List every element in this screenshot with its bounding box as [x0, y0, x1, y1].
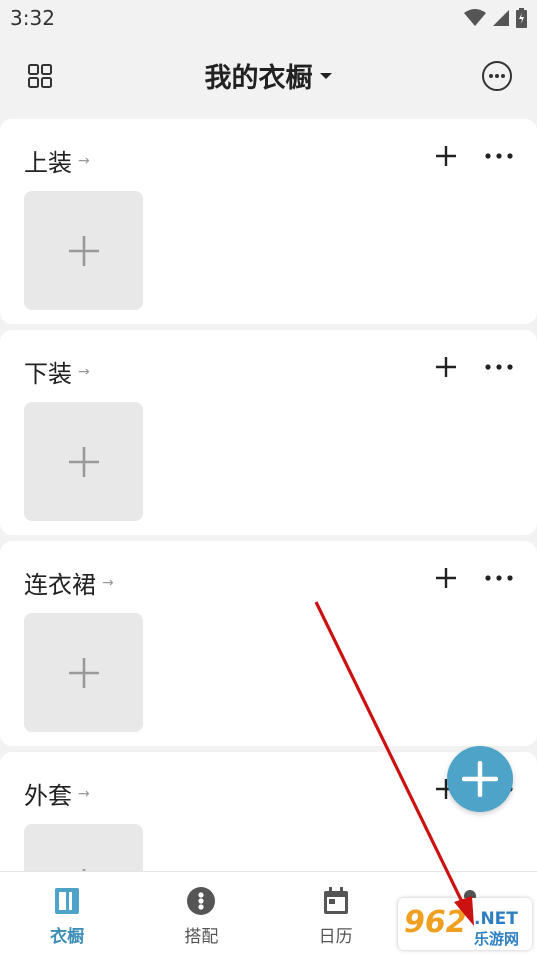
- plus-icon: [68, 446, 99, 477]
- nav-item-calendar[interactable]: 日历: [269, 872, 403, 957]
- svg-text:乐游网: 乐游网: [474, 930, 519, 948]
- battery-icon: [516, 8, 527, 28]
- nav-item-wardrobe[interactable]: 衣橱: [0, 872, 134, 957]
- category-card-bottoms: 下装 →: [0, 330, 537, 535]
- more-circle-icon: [482, 61, 512, 91]
- add-fab-button[interactable]: [447, 746, 513, 812]
- wardrobe-switcher[interactable]: 我的衣橱: [0, 56, 537, 95]
- category-more-button[interactable]: [483, 141, 515, 171]
- signal-icon: [493, 10, 509, 26]
- caret-down-icon: [319, 72, 332, 79]
- category-more-button[interactable]: [483, 563, 515, 593]
- page-title: 我的衣橱: [204, 63, 313, 94]
- add-item-tile[interactable]: [24, 402, 143, 521]
- status-time: 3:32: [10, 6, 55, 30]
- category-name: 上装: [24, 149, 72, 177]
- ellipsis-icon: [485, 153, 513, 159]
- arrow-right-icon: →: [78, 363, 90, 380]
- match-icon: [187, 887, 216, 915]
- svg-text:962: 962: [404, 905, 467, 940]
- ellipsis-icon: [485, 575, 513, 581]
- status-icons: [464, 8, 527, 28]
- category-more-button[interactable]: [483, 352, 515, 382]
- plus-icon: [436, 568, 456, 588]
- watermark-logo: 962 .NET 乐游网: [404, 905, 519, 948]
- nav-label: 衣橱: [50, 927, 85, 947]
- plus-icon: [462, 761, 498, 797]
- app-bar: 我的衣橱: [0, 36, 537, 116]
- category-title[interactable]: 上装 →: [24, 143, 90, 178]
- category-title[interactable]: 外套 →: [24, 776, 90, 811]
- category-add-button[interactable]: [431, 352, 461, 382]
- more-options-button[interactable]: [479, 58, 515, 94]
- arrow-right-icon: →: [78, 785, 90, 802]
- wardrobe-icon: [55, 888, 80, 914]
- category-add-button[interactable]: [431, 141, 461, 171]
- plus-icon: [436, 146, 456, 166]
- plus-icon: [436, 357, 456, 377]
- arrow-right-icon: →: [102, 574, 114, 591]
- calendar-icon: [323, 887, 348, 914]
- add-item-tile[interactable]: [24, 191, 143, 310]
- arrow-right-icon: →: [78, 152, 90, 169]
- svg-text:.NET: .NET: [474, 909, 518, 929]
- category-card-dresses: 连衣裙 →: [0, 541, 537, 746]
- plus-icon: [68, 235, 99, 266]
- category-name: 连衣裙: [24, 571, 96, 599]
- wifi-icon: [464, 9, 486, 26]
- site-watermark: 962 .NET 乐游网: [398, 898, 532, 950]
- plus-icon: [68, 657, 99, 688]
- nav-label: 日历: [318, 927, 353, 947]
- category-add-button[interactable]: [431, 563, 461, 593]
- status-bar: 3:32: [0, 0, 537, 36]
- nav-item-match[interactable]: 搭配: [134, 872, 268, 957]
- category-name: 下装: [24, 360, 72, 388]
- add-item-tile[interactable]: [24, 613, 143, 732]
- ellipsis-icon: [485, 364, 513, 370]
- category-title[interactable]: 连衣裙 →: [24, 565, 114, 600]
- nav-label: 搭配: [184, 927, 219, 947]
- category-title[interactable]: 下装 →: [24, 354, 90, 389]
- category-card-tops: 上装 →: [0, 119, 537, 324]
- category-name: 外套: [24, 782, 72, 810]
